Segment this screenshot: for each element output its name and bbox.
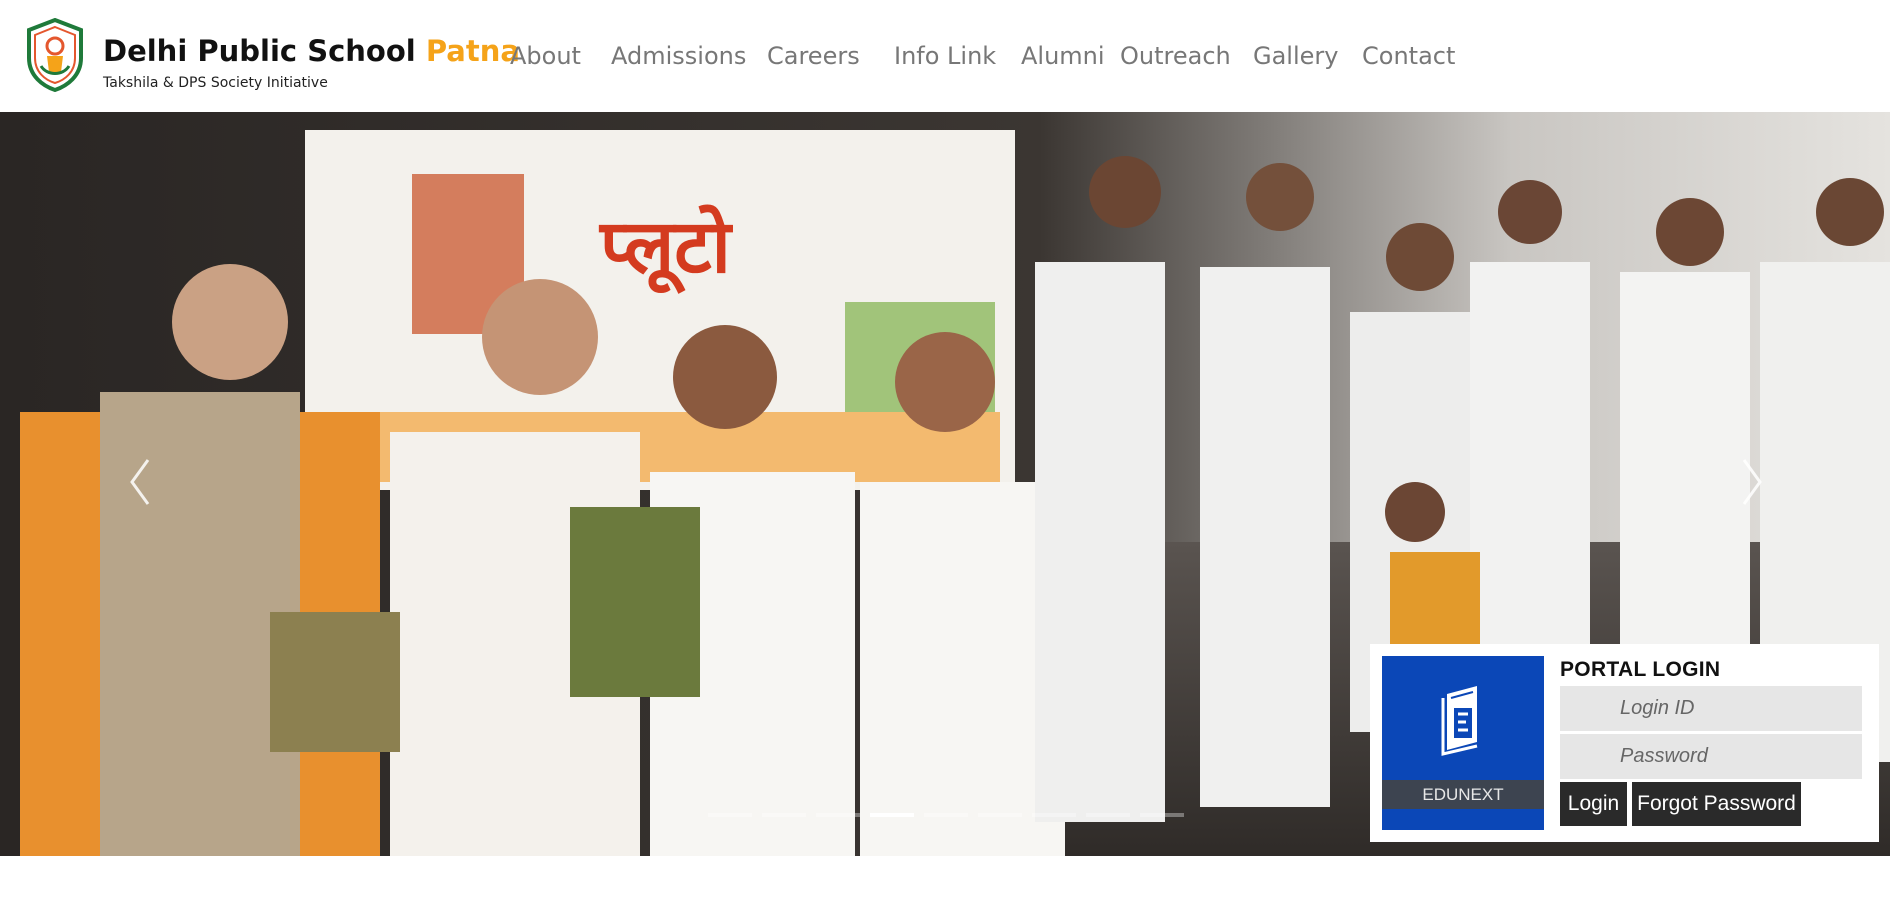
carousel-indicator[interactable] <box>816 813 860 817</box>
nav-outreach[interactable]: Outreach <box>1120 42 1231 70</box>
nav-alumni[interactable]: Alumni <box>1021 42 1105 70</box>
carousel-next-button[interactable] <box>1732 452 1772 512</box>
login-id-input[interactable] <box>1560 686 1862 731</box>
nav-about[interactable]: About <box>510 42 581 70</box>
nav-contact[interactable]: Contact <box>1362 42 1455 70</box>
carousel-indicator[interactable] <box>708 813 752 817</box>
site-header: Delhi Public School Patna Takshila & DPS… <box>0 0 1890 112</box>
book-icon <box>1441 686 1478 756</box>
edunext-label: EDUNEXT <box>1382 780 1544 809</box>
carousel-indicator[interactable] <box>1086 813 1130 817</box>
nav-careers[interactable]: Careers <box>767 42 860 70</box>
password-input[interactable] <box>1560 734 1862 779</box>
carousel-indicator[interactable] <box>762 813 806 817</box>
nav-info-link[interactable]: Info Link <box>894 42 996 70</box>
svg-text:प्लूटो: प्लूटो <box>598 204 734 294</box>
nav-gallery[interactable]: Gallery <box>1253 42 1338 70</box>
carousel-indicator[interactable] <box>1140 813 1184 817</box>
carousel-indicator[interactable] <box>1032 813 1076 817</box>
carousel-indicator[interactable] <box>978 813 1022 817</box>
carousel-indicator[interactable] <box>924 813 968 817</box>
portal-login-panel: EDUNEXT PORTAL LOGIN Login Forgot Passwo… <box>1370 644 1879 842</box>
carousel-indicator[interactable] <box>870 813 914 817</box>
tagline: Takshila & DPS Society Initiative <box>103 75 328 91</box>
nav-admissions[interactable]: Admissions <box>611 42 746 70</box>
edunext-button[interactable]: EDUNEXT <box>1382 656 1544 830</box>
portal-title: PORTAL LOGIN <box>1560 658 1721 681</box>
carousel-prev-button[interactable] <box>120 452 160 512</box>
forgot-password-button[interactable]: Forgot Password <box>1632 782 1801 826</box>
login-button[interactable]: Login <box>1560 782 1627 826</box>
main-nav: About Admissions Careers Info Link Alumn… <box>0 42 1890 72</box>
